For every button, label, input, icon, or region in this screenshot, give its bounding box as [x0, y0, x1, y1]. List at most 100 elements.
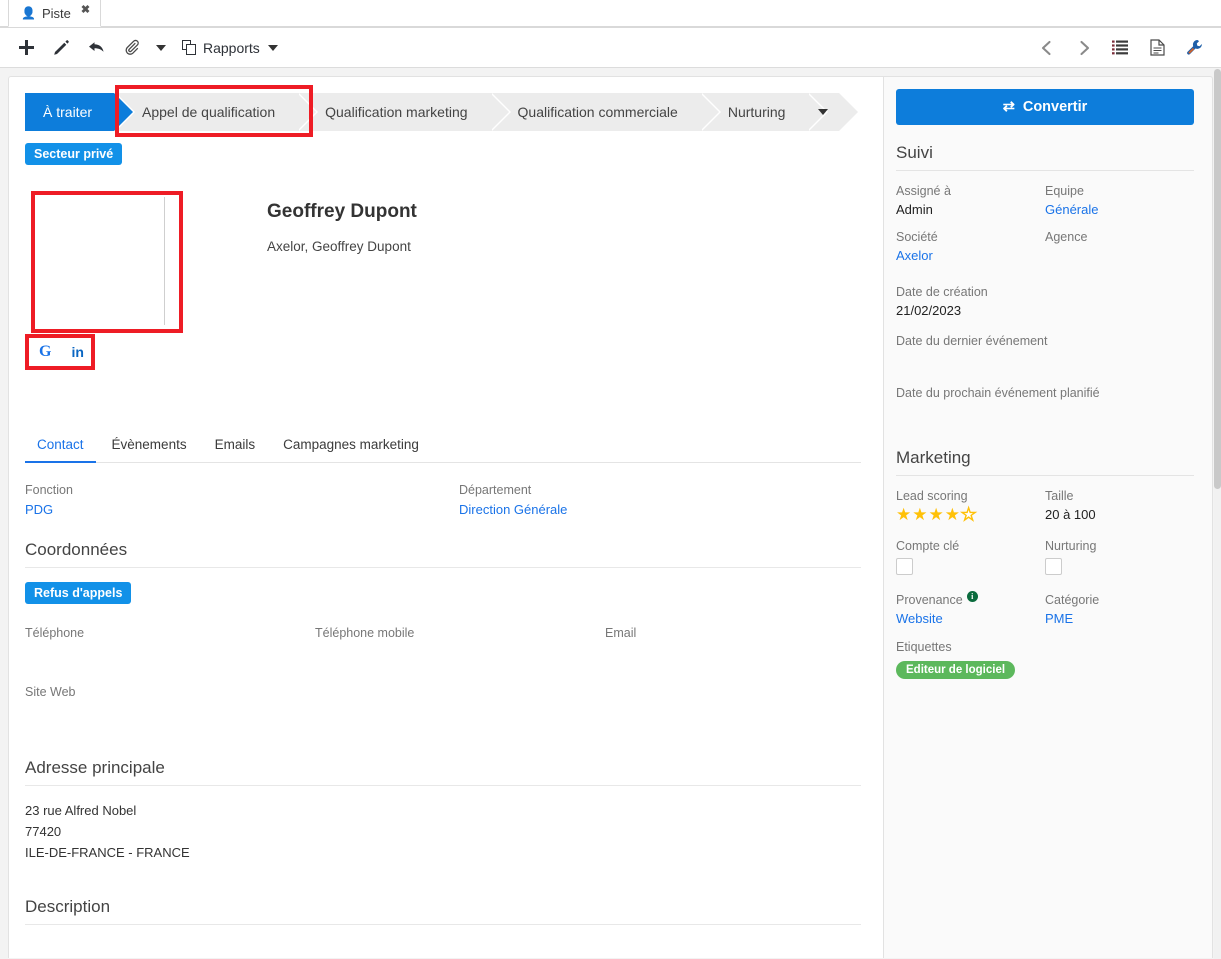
tab-label: Emails: [214, 437, 256, 452]
prev-record-button[interactable]: [1030, 33, 1063, 63]
categorie-value[interactable]: PME: [1045, 611, 1194, 626]
field-lead-scoring: Lead scoring ★ ★ ★ ★ ★: [896, 489, 1045, 524]
info-icon[interactable]: i: [966, 590, 978, 602]
page-title: Geoffrey Dupont: [267, 201, 417, 222]
next-record-button[interactable]: [1067, 33, 1100, 63]
reports-label: Rapports: [203, 39, 260, 56]
list-view-icon[interactable]: [1104, 33, 1137, 63]
creation-value[interactable]: 21/02/2023: [896, 303, 1194, 318]
equipe-value[interactable]: Générale: [1045, 202, 1194, 217]
tab-campagnes-marketing[interactable]: Campagnes marketing: [271, 429, 431, 463]
telephone-value[interactable]: [25, 645, 315, 661]
star-icon[interactable]: ★: [960, 505, 977, 523]
step-a-traiter[interactable]: À traiter: [25, 93, 136, 131]
phone-fields: Téléphone Téléphone mobile Email: [25, 626, 861, 661]
provenance-value[interactable]: Website: [896, 611, 1045, 626]
row-date-dernier-evenement: Date du dernier événement: [896, 334, 1194, 374]
compte-cle-checkbox[interactable]: [896, 558, 913, 575]
step-label: Appel de qualification: [142, 104, 276, 120]
departement-value[interactable]: Direction Générale: [459, 502, 567, 518]
categorie-label: Catégorie: [1045, 593, 1100, 607]
description-value[interactable]: [25, 925, 861, 958]
lead-scoring-label: Lead scoring: [896, 489, 968, 503]
field-compte-cle: Compte clé: [896, 539, 1045, 575]
row-etiquettes: Etiquettes Editeur de logiciel: [896, 640, 1194, 679]
toolbar-right-group: [1030, 33, 1211, 63]
job-fields: Fonction PDG Département Direction Génér…: [25, 483, 861, 518]
societe-value[interactable]: Axelor: [896, 248, 1045, 263]
mobile-label: Téléphone mobile: [315, 626, 415, 640]
new-button[interactable]: [10, 33, 43, 63]
taille-value[interactable]: 20 à 100: [1045, 507, 1194, 522]
vertical-scrollbar[interactable]: [1214, 69, 1221, 959]
lead-subtitle: Axelor, Geoffrey Dupont: [267, 239, 411, 254]
star-icon[interactable]: ★: [912, 506, 927, 523]
tab-label: Évènements: [111, 437, 187, 452]
site-web-value[interactable]: [25, 704, 76, 720]
sector-badge: Secteur privé: [25, 143, 123, 165]
scrollbar-thumb[interactable]: [1214, 69, 1221, 489]
row-lead-scoring-taille: Lead scoring ★ ★ ★ ★ ★ Taille 20 à 100: [896, 489, 1194, 524]
lead-profile-row: G in Geoffrey Dupont Axelor, Geoffrey Du…: [25, 191, 861, 370]
field-date-dernier: Date du dernier événement: [896, 334, 1194, 374]
close-icon[interactable]: ✖: [81, 3, 90, 16]
provenance-label: Provenance i: [896, 590, 1045, 607]
tab-evenements[interactable]: Évènements: [100, 429, 199, 463]
assigne-value[interactable]: Admin: [896, 202, 1045, 217]
field-taille: Taille 20 à 100: [1045, 489, 1194, 523]
field-telephone-mobile: Téléphone mobile: [315, 626, 605, 661]
star-icon[interactable]: ★: [896, 506, 911, 523]
step-qualification-marketing[interactable]: Qualification marketing: [297, 93, 511, 131]
back-arrow-icon[interactable]: [80, 33, 113, 63]
tab-label: Contact: [37, 437, 84, 452]
fonction-value[interactable]: PDG: [25, 502, 459, 518]
convert-label: Convertir: [1022, 99, 1088, 115]
email-value[interactable]: [605, 645, 636, 661]
field-etiquettes: Etiquettes Editeur de logiciel: [896, 640, 1194, 679]
section-title-suivi: Suivi: [896, 143, 1194, 171]
row-societe-agence: Société Axelor Agence: [896, 230, 1194, 263]
star-icon[interactable]: ★: [945, 506, 960, 523]
equipe-label: Equipe: [1045, 184, 1084, 198]
linkedin-icon[interactable]: in: [71, 344, 83, 360]
lead-photo-placeholder[interactable]: [25, 197, 165, 325]
prochain-evenement-label: Date du prochain événement planifié: [896, 386, 1100, 400]
paperclip-icon[interactable]: [115, 33, 148, 63]
societe-label: Société: [896, 230, 938, 244]
nurturing-checkbox[interactable]: [1045, 558, 1062, 575]
document-view-icon[interactable]: [1141, 33, 1174, 63]
main-toolbar: Rapports: [0, 28, 1221, 68]
tab-contact[interactable]: Contact: [25, 429, 96, 463]
lead-scoring-stars[interactable]: ★ ★ ★ ★ ★: [896, 505, 1045, 523]
field-fonction: Fonction PDG: [25, 483, 459, 518]
address-line-3: ILE-DE-FRANCE - FRANCE: [25, 845, 190, 860]
edit-pencil-icon[interactable]: [45, 33, 78, 63]
prochain-evenement-value[interactable]: [896, 404, 1194, 426]
step-label: À traiter: [43, 104, 93, 120]
google-icon[interactable]: G: [39, 343, 51, 361]
step-appel-de-qualification[interactable]: Appel de qualification: [114, 93, 319, 131]
star-icon[interactable]: ★: [929, 506, 944, 523]
agence-value[interactable]: [1045, 248, 1194, 263]
wrench-tools-icon[interactable]: [1178, 33, 1211, 63]
mobile-value[interactable]: [315, 645, 605, 661]
toolbar-left-group: Rapports: [10, 33, 286, 63]
refus-appels-badge: Refus d'appels: [25, 582, 132, 604]
reports-button[interactable]: Rapports: [174, 33, 286, 63]
convert-swap-icon: ⇄: [1002, 99, 1015, 115]
compte-cle-label: Compte clé: [896, 539, 960, 553]
person-icon: 👤: [21, 6, 36, 20]
status-badge: Editeur de logiciel: [896, 661, 1016, 679]
step-qualification-commerciale[interactable]: Qualification commerciale: [489, 93, 722, 131]
field-nurturing: Nurturing: [1045, 539, 1194, 575]
dernier-evenement-value[interactable]: [896, 352, 1194, 374]
field-agence: Agence: [1045, 230, 1194, 263]
field-assigne: Assigné à Admin: [896, 184, 1045, 217]
more-actions-caret-down-icon[interactable]: [150, 33, 172, 63]
field-provenance: Provenance i Website: [896, 590, 1045, 626]
reports-caret-down-icon: [267, 44, 278, 51]
convert-button[interactable]: ⇄ Convertir: [896, 89, 1194, 125]
tab-piste[interactable]: 👤 Piste ✖: [8, 0, 102, 27]
tab-emails[interactable]: Emails: [203, 429, 268, 463]
nurturing-label: Nurturing: [1045, 539, 1097, 553]
